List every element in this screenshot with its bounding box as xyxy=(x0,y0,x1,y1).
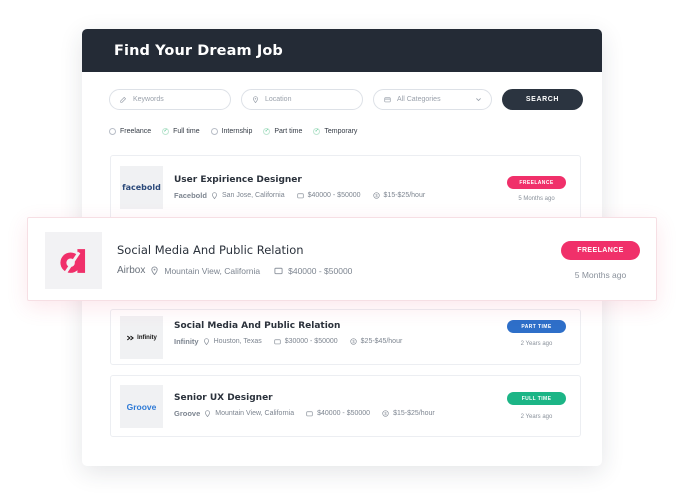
wallet-icon xyxy=(274,267,283,275)
job-type-badge: FULL TIME xyxy=(507,392,566,405)
job-card[interactable]: Groove Senior UX Designer Groove Mountai… xyxy=(110,375,581,437)
wallet-icon xyxy=(306,411,313,417)
filter-label: Part time xyxy=(274,128,303,135)
job-meta: Airbox Mountain View, California $40000 … xyxy=(117,265,352,276)
job-title[interactable]: Senior UX Designer xyxy=(174,393,273,403)
panel-header: Find Your Dream Job xyxy=(82,29,602,72)
stage: Find Your Dream Job Keywords Location Al… xyxy=(0,0,686,498)
dollar-icon: $ xyxy=(372,192,380,199)
job-title[interactable]: Social Media And Public Relation xyxy=(117,243,304,257)
company-name[interactable]: Facebold xyxy=(174,191,207,200)
radio-unchecked-icon xyxy=(109,128,116,135)
job-rate: $15-$25/hour xyxy=(383,192,426,199)
filter-part-time[interactable]: ✓ Part time xyxy=(263,128,302,135)
job-meta: Infinity Houston, Texas $30000 - $50000 … xyxy=(174,337,402,346)
filter-internship[interactable]: Internship xyxy=(210,128,253,135)
job-type-badge: FREELANCE xyxy=(561,241,640,260)
posted-date: 2 Years ago xyxy=(520,414,553,420)
svg-text:$: $ xyxy=(384,411,387,416)
job-location: Mountain View, California xyxy=(164,265,261,276)
wallet-icon xyxy=(296,193,304,199)
facebold-logo-text: facebold xyxy=(122,183,161,192)
category-select[interactable]: All Categories xyxy=(373,89,492,110)
chevron-down-icon xyxy=(476,98,481,102)
svg-text:$: $ xyxy=(375,193,378,198)
company-logo-groove: Groove xyxy=(120,385,163,428)
company-logo-infinity: Infinity xyxy=(120,316,163,359)
category-value: All Categories xyxy=(397,96,441,103)
map-pin-icon xyxy=(211,192,217,199)
job-location: Mountain View, California xyxy=(215,410,295,417)
svg-text:$: $ xyxy=(352,339,355,344)
map-pin-icon xyxy=(151,266,159,275)
company-logo-facebold: facebold xyxy=(120,166,163,209)
company-name[interactable]: Groove xyxy=(174,409,200,418)
airbox-logo-icon xyxy=(59,248,85,274)
job-salary: $40000 - $50000 xyxy=(307,192,361,199)
dollar-icon: $ xyxy=(382,410,389,417)
filter-label: Freelance xyxy=(120,128,152,135)
page-title: Find Your Dream Job xyxy=(114,42,283,59)
keywords-input[interactable]: Keywords xyxy=(109,89,231,110)
filter-temporary[interactable]: ✓ Temporary xyxy=(313,128,357,135)
job-card[interactable]: Infinity Social Media And Public Relatio… xyxy=(110,309,581,365)
job-type-filters: Freelance ✓ Full time Internship ✓ Part … xyxy=(109,128,357,135)
map-pin-icon xyxy=(205,410,211,417)
job-type-badge: FREELANCE xyxy=(507,176,566,189)
featured-job-card[interactable]: Social Media And Public Relation Airbox … xyxy=(27,217,657,301)
job-location: San Jose, California xyxy=(221,192,285,199)
posted-date: 5 Months ago xyxy=(518,196,555,202)
job-meta: Facebold San Jose, California $40000 - $… xyxy=(174,191,425,200)
infinity-icon xyxy=(127,335,135,340)
groove-logo-text: Groove xyxy=(126,401,157,412)
job-meta: Groove Mountain View, California $40000 … xyxy=(174,409,435,418)
job-title[interactable]: User Expirience Designer xyxy=(174,175,302,185)
posted-date: 2 Years ago xyxy=(520,341,553,347)
filter-freelance[interactable]: Freelance xyxy=(109,128,151,135)
check-icon: ✓ xyxy=(162,128,170,135)
search-button[interactable]: SEARCH xyxy=(502,89,583,110)
check-icon: ✓ xyxy=(263,128,271,135)
job-title[interactable]: Social Media And Public Relation xyxy=(174,321,340,331)
keywords-placeholder: Keywords xyxy=(133,96,164,103)
company-name[interactable]: Airbox xyxy=(117,265,145,276)
company-logo-airbox xyxy=(45,232,102,289)
folder-icon xyxy=(384,97,391,103)
posted-date: 5 Months ago xyxy=(574,270,627,280)
radio-unchecked-icon xyxy=(210,128,218,135)
filter-full-time[interactable]: ✓ Full time xyxy=(162,128,200,135)
infinity-logo-text: Infinity xyxy=(137,334,157,341)
job-rate: $15-$25/hour xyxy=(393,410,435,417)
search-row: Keywords Location All Categories SEARCH xyxy=(109,89,583,110)
filter-label: Internship xyxy=(221,128,253,135)
job-salary: $40000 - $50000 xyxy=(317,410,371,417)
map-pin-icon xyxy=(253,96,258,103)
job-salary: $30000 - $50000 xyxy=(284,338,338,345)
job-location: Houston, Texas xyxy=(213,338,262,345)
company-name[interactable]: Infinity xyxy=(174,337,199,346)
filter-label: Temporary xyxy=(324,128,358,135)
location-placeholder: Location xyxy=(265,96,292,103)
edit-icon xyxy=(120,96,127,103)
location-input[interactable]: Location xyxy=(241,89,363,110)
wallet-icon xyxy=(274,339,281,345)
job-salary: $40000 - $50000 xyxy=(288,265,353,276)
infinity-logo: Infinity xyxy=(126,335,157,341)
job-type-badge: PART TIME xyxy=(507,320,566,333)
check-icon: ✓ xyxy=(313,128,321,135)
filter-label: Full time xyxy=(173,128,200,135)
dollar-icon: $ xyxy=(350,338,357,345)
map-pin-icon xyxy=(203,338,209,345)
job-rate: $25-$45/hour xyxy=(360,338,403,345)
